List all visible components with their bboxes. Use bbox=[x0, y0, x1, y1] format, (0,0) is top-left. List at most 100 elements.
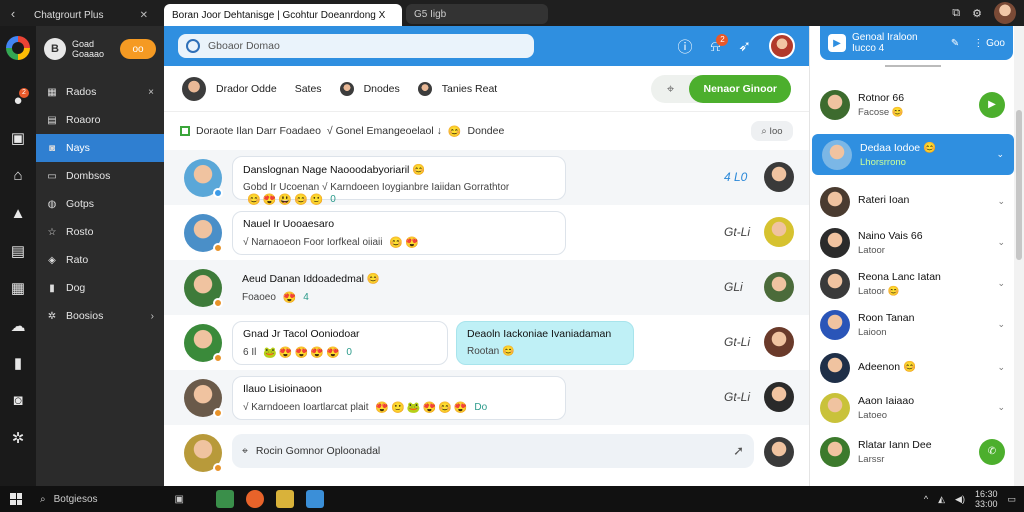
list-item[interactable]: Naino Vais 66 Latoor ⌄ bbox=[810, 222, 1015, 263]
sidebar-item-8[interactable]: ✲ Boosios › bbox=[36, 302, 164, 330]
avatar[interactable] bbox=[820, 392, 850, 423]
folder-icon[interactable] bbox=[276, 490, 294, 508]
bookmark-icon[interactable]: ▤ bbox=[0, 232, 36, 270]
edit-icon[interactable]: ✎ bbox=[951, 38, 959, 49]
avatar[interactable] bbox=[764, 327, 794, 357]
search-input[interactable]: Gboaor Domao bbox=[208, 40, 280, 52]
volume-icon[interactable]: ◀) bbox=[955, 494, 965, 505]
avatar[interactable] bbox=[339, 81, 354, 96]
send-icon[interactable]: ➚ bbox=[733, 443, 744, 459]
message-bubble[interactable]: Aeud Danan Iddoadedmal 😊 Foaoeo 😍 4 bbox=[232, 266, 566, 310]
table-row[interactable]: Ilauo Lisioinaoon √ Karndoeen Ioartlarca… bbox=[164, 370, 809, 425]
send-icon[interactable]: ➶ bbox=[738, 37, 751, 55]
sidebar-item-4[interactable]: ◍ Gotps bbox=[36, 190, 164, 218]
store-icon[interactable] bbox=[306, 490, 324, 508]
avatar[interactable] bbox=[764, 217, 794, 247]
avatar[interactable] bbox=[764, 437, 794, 467]
emoji-reaction[interactable]: 😊 bbox=[438, 401, 452, 414]
briefcase-icon[interactable]: ▣ bbox=[0, 120, 36, 158]
cloud-icon[interactable]: ☁ bbox=[0, 307, 36, 345]
battery-icon[interactable]: ▮ bbox=[0, 345, 36, 383]
emoji-reaction[interactable]: 😍 bbox=[279, 346, 293, 359]
list-item[interactable]: Rlatar Iann Dee Larssr ✆ bbox=[810, 431, 1015, 472]
video-icon[interactable]: ▶ bbox=[828, 34, 846, 52]
table-row[interactable]: Aeud Danan Iddoadedmal 😊 Foaoeo 😍 4 GLi bbox=[164, 260, 809, 315]
search-bar[interactable]: Gboaor Domao bbox=[178, 34, 534, 58]
chat-icon[interactable]: ◙ bbox=[0, 382, 36, 420]
chevron-down-icon[interactable]: ⌄ bbox=[997, 402, 1005, 413]
sidebar-item-action[interactable]: › bbox=[151, 311, 154, 322]
info-icon[interactable]: ⓘ bbox=[677, 36, 692, 57]
chevron-down-icon[interactable]: ⌄ bbox=[997, 196, 1005, 207]
participant-name[interactable]: Tanies Reat bbox=[442, 83, 497, 95]
message-input[interactable]: ⌖ Rocin Gomnor Oploonadal ➚ bbox=[232, 434, 754, 468]
avatar[interactable] bbox=[820, 227, 850, 258]
scrollbar-thumb[interactable] bbox=[1016, 110, 1022, 260]
avatar[interactable] bbox=[764, 162, 794, 192]
message-bubble[interactable]: Gnad Jr Tacol Ooniodoar 6 Il 🐸 😍 😍 😍 😍 0 bbox=[232, 321, 448, 365]
scrollbar[interactable] bbox=[1014, 26, 1024, 486]
chevron-down-icon[interactable]: ⌄ bbox=[996, 149, 1004, 160]
avatar[interactable] bbox=[820, 89, 850, 120]
chevron-up-icon[interactable]: ^ bbox=[924, 494, 928, 504]
file-explorer-icon[interactable] bbox=[216, 490, 234, 508]
avatar[interactable] bbox=[820, 186, 850, 217]
browser-icon[interactable] bbox=[246, 490, 264, 508]
back-arrow-icon[interactable]: ‹ bbox=[0, 6, 26, 21]
emoji-reaction[interactable]: 😍 bbox=[375, 401, 389, 414]
avatar[interactable] bbox=[764, 272, 794, 302]
list-item[interactable]: Adeenon 😊 ⌄ bbox=[810, 347, 1015, 388]
list-item[interactable]: Dedaa Iodoe 😊 Lhorsrrono ⌄ bbox=[812, 134, 1014, 175]
attachment-icon[interactable]: ⌖ bbox=[651, 81, 689, 97]
list-item[interactable]: Rateri Ioan ⌄ bbox=[810, 181, 1015, 222]
filter-options-button[interactable]: ⌕ Ioo bbox=[751, 121, 793, 141]
sidebar-item-6[interactable]: ◈ Rato bbox=[36, 246, 164, 274]
record-icon[interactable]: ● 2 bbox=[0, 82, 36, 120]
app-logo-icon[interactable] bbox=[6, 36, 30, 60]
avatar[interactable] bbox=[182, 76, 206, 101]
camera-icon[interactable]: ▣ bbox=[175, 494, 192, 505]
participant-name[interactable]: Drador Odde bbox=[216, 83, 277, 95]
participant-name[interactable]: Dnodes bbox=[364, 83, 400, 95]
clock[interactable]: 16:30 33:00 bbox=[975, 489, 998, 509]
start-button[interactable] bbox=[0, 493, 32, 505]
sidebar-item-2[interactable]: ◙ Nays bbox=[36, 134, 164, 162]
table-row[interactable]: Gnad Jr Tacol Ooniodoar 6 Il 🐸 😍 😍 😍 😍 0 Dea… bbox=[164, 315, 809, 370]
emoji-reaction[interactable]: 😊 bbox=[389, 236, 403, 249]
emoji-reaction[interactable]: 😍 bbox=[422, 401, 436, 414]
table-row[interactable]: Danslognan Nage Naooodabyoriaril 😊 Gobd … bbox=[164, 150, 809, 206]
emoji-reaction[interactable]: 😍 bbox=[283, 291, 297, 304]
primary-action-button[interactable]: Nenaor Ginoor bbox=[689, 74, 791, 103]
table-row[interactable]: Nauel Ir Uooaesaro √ Narnaoeon Foor Iorf… bbox=[164, 205, 809, 260]
settings-icon[interactable]: ⚙ bbox=[972, 7, 982, 20]
avatar[interactable] bbox=[820, 352, 850, 383]
gear-icon[interactable]: ✲ bbox=[0, 420, 36, 458]
browser-profile-avatar[interactable] bbox=[994, 2, 1016, 24]
tab-chat-plus[interactable]: Chatgrourt Plus ✕ bbox=[26, 4, 156, 26]
lock-icon[interactable]: ▲ bbox=[0, 195, 36, 233]
filter-checkbox[interactable] bbox=[180, 126, 190, 136]
chevron-down-icon[interactable]: ⌄ bbox=[997, 278, 1005, 289]
avatar[interactable] bbox=[820, 268, 850, 299]
workspace-icon[interactable]: B bbox=[44, 38, 66, 60]
message-bubble[interactable]: Ilauo Lisioinaoon √ Karndoeen Ioartlarca… bbox=[232, 376, 566, 420]
extensions-icon[interactable]: ⧉ bbox=[952, 7, 960, 20]
taskbar-search[interactable]: ⌕ Botgiesos ▣ bbox=[32, 486, 192, 512]
message-bubble[interactable]: Danslognan Nage Naooodabyoriaril 😊 Gobd … bbox=[232, 156, 566, 206]
emoji-reaction[interactable]: 🙂 bbox=[391, 401, 405, 414]
emoji-reaction[interactable]: 😍 bbox=[310, 346, 324, 359]
bag-icon[interactable]: ▦ bbox=[0, 270, 36, 308]
message-bubble[interactable]: Nauel Ir Uooaesaro √ Narnaoeon Foor Iorf… bbox=[232, 211, 566, 255]
sidebar-item-3[interactable]: ▭ Dombsos bbox=[36, 162, 164, 190]
sidebar-item-0[interactable]: ▦ Rados × bbox=[36, 78, 164, 106]
avatar[interactable] bbox=[820, 436, 850, 467]
avatar[interactable] bbox=[820, 309, 850, 340]
user-avatar[interactable] bbox=[769, 33, 795, 59]
emoji-reaction[interactable]: 😍 bbox=[295, 346, 309, 359]
list-item[interactable]: Roon Tanan Laioon ⌄ bbox=[810, 304, 1015, 345]
avatar[interactable] bbox=[417, 81, 432, 96]
workspace-toggle[interactable]: oo bbox=[120, 39, 156, 59]
reply-bubble[interactable]: Deaoln Iackoniae Ivaniadaman Rootan 😊 bbox=[456, 321, 634, 365]
home-icon[interactable]: ⌂ bbox=[0, 157, 36, 195]
bell-icon[interactable]: ⍾ 2 bbox=[710, 33, 729, 55]
